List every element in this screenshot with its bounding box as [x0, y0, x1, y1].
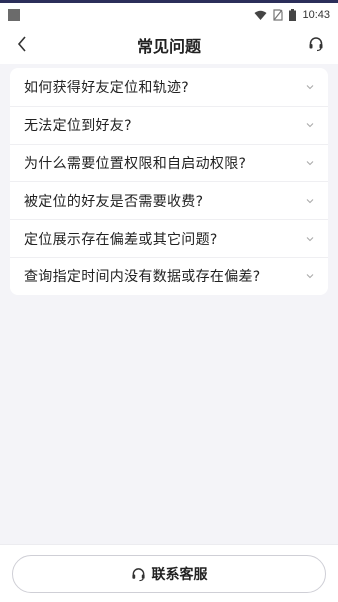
battery-icon [289, 9, 297, 21]
chevron-down-icon [306, 198, 314, 204]
faq-question: 如何获得好友定位和轨迹? [24, 79, 190, 96]
faq-item[interactable]: 如何获得好友定位和轨迹? [10, 68, 328, 106]
chevron-down-icon [306, 123, 314, 128]
headset-icon [309, 37, 323, 52]
faq-item[interactable]: 查询指定时间内没有数据或存在偏差? [10, 256, 328, 295]
faq-item[interactable]: 被定位的好友是否需要收费? [10, 181, 328, 219]
faq-item[interactable]: 为什么需要位置权限和自启动权限? [10, 143, 328, 182]
faq-question: 定位展示存在偏差或其它问题? [24, 231, 218, 248]
app-header: 常见问题 [0, 24, 338, 64]
status-icons: 10:43 [254, 8, 330, 22]
notification-icon [8, 9, 20, 21]
headset-icon [131, 567, 145, 581]
contact-service-button[interactable]: 联系客服 [12, 555, 326, 593]
faq-question: 为什么需要位置权限和自启动权限? [24, 155, 247, 172]
chevron-down-icon [306, 274, 314, 279]
customer-service-button[interactable] [304, 32, 328, 56]
contact-service-label: 联系客服 [151, 567, 208, 583]
status-time: 10:43 [302, 9, 330, 21]
chevron-down-icon [306, 161, 314, 166]
wifi-icon [254, 10, 267, 20]
page-title: 常见问题 [136, 37, 201, 56]
faq-list: 如何获得好友定位和轨迹? 无法定位到好友? 为什么需要位置权限和自启动权限? 被… [10, 68, 328, 295]
no-sim-icon [273, 9, 284, 21]
faq-question: 被定位的好友是否需要收费? [24, 193, 204, 210]
status-bar: 10:43 [0, 0, 338, 24]
faq-item[interactable]: 定位展示存在偏差或其它问题? [10, 219, 328, 257]
bottom-bar: 联系客服 [0, 544, 338, 602]
chevron-down-icon [306, 236, 314, 241]
faq-question: 查询指定时间内没有数据或存在偏差? [24, 269, 261, 286]
faq-item[interactable]: 无法定位到好友? [10, 105, 328, 144]
faq-question: 无法定位到好友? [24, 118, 132, 135]
chevron-down-icon [306, 85, 314, 90]
